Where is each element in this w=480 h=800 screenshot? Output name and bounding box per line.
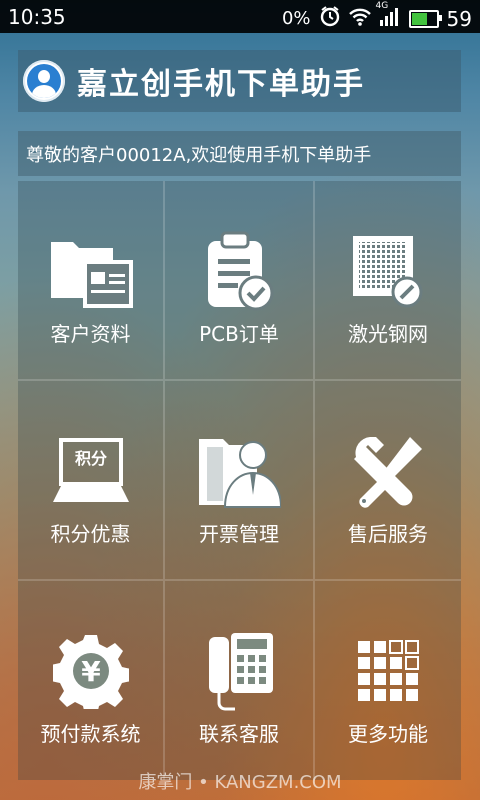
- clipboard-check-icon: [204, 231, 274, 311]
- yuan-icon-text: ¥: [81, 655, 101, 688]
- wifi-icon: [348, 7, 371, 31]
- menu-label: 积分优惠: [50, 522, 131, 546]
- menu-label: 联系客服: [199, 722, 279, 746]
- grid-more-icon: [356, 631, 420, 711]
- user-avatar-icon[interactable]: [23, 60, 65, 102]
- menu-label: 开票管理: [199, 522, 279, 546]
- points-icon-text: 积分: [74, 449, 106, 468]
- battery-level: 59: [446, 6, 472, 31]
- phone-icon: [201, 631, 277, 711]
- data-rate: 0%: [281, 8, 311, 29]
- menu-label: 客户资料: [50, 322, 131, 346]
- battery-icon: [408, 9, 442, 28]
- menu-contact-service[interactable]: 联系客服: [165, 581, 315, 780]
- menu-label: 预付款系统: [40, 722, 141, 746]
- status-bar: 10:35 0% 4G 59: [0, 0, 480, 33]
- watermark: 康掌门 • KANGZM.COM: [138, 772, 342, 793]
- signal-icon: 4G: [376, 1, 401, 31]
- menu-customer-info[interactable]: 客户资料: [18, 181, 165, 381]
- menu-invoice-management[interactable]: 开票管理: [165, 381, 315, 581]
- status-icons: 0% 4G 59: [281, 1, 472, 32]
- yuan-gear-icon: ¥: [52, 631, 129, 711]
- menu-more-functions[interactable]: 更多功能: [315, 581, 461, 780]
- menu-label: 更多功能: [348, 722, 428, 746]
- menu-label: PCB订单: [199, 322, 279, 346]
- menu-laser-stencil[interactable]: 激光钢网: [315, 181, 461, 381]
- welcome-text: 尊敬的客户00012A,欢迎使用手机下单助手: [26, 144, 372, 166]
- welcome-banner: 尊敬的客户00012A,欢迎使用手机下单助手: [18, 131, 461, 176]
- menu-prepayment-system[interactable]: ¥ 预付款系统: [18, 581, 165, 780]
- invoice-person-icon: [197, 431, 281, 511]
- menu-points-discount[interactable]: 积分 积分优惠: [18, 381, 165, 581]
- app-header: 嘉立创手机下单助手: [18, 50, 461, 112]
- status-time: 10:35: [8, 5, 66, 29]
- menu-label: 售后服务: [348, 522, 428, 546]
- alarm-icon: [319, 5, 341, 32]
- menu-label: 激光钢网: [348, 322, 428, 346]
- points-laptop-icon: 积分: [51, 431, 131, 511]
- stencil-mesh-icon: [351, 231, 425, 311]
- menu-pcb-order[interactable]: PCB订单: [165, 181, 315, 381]
- app-title: 嘉立创手机下单助手: [77, 67, 365, 102]
- folder-card-icon: [49, 231, 133, 311]
- menu-after-sales[interactable]: 售后服务: [315, 381, 461, 581]
- menu-grid: 客户资料 PCB订单 激光钢网 积分 积分优惠 开票管理 售后服务 ¥ 预付款系…: [18, 181, 461, 780]
- network-type: 4G: [375, 1, 389, 11]
- tools-icon: [350, 431, 426, 511]
